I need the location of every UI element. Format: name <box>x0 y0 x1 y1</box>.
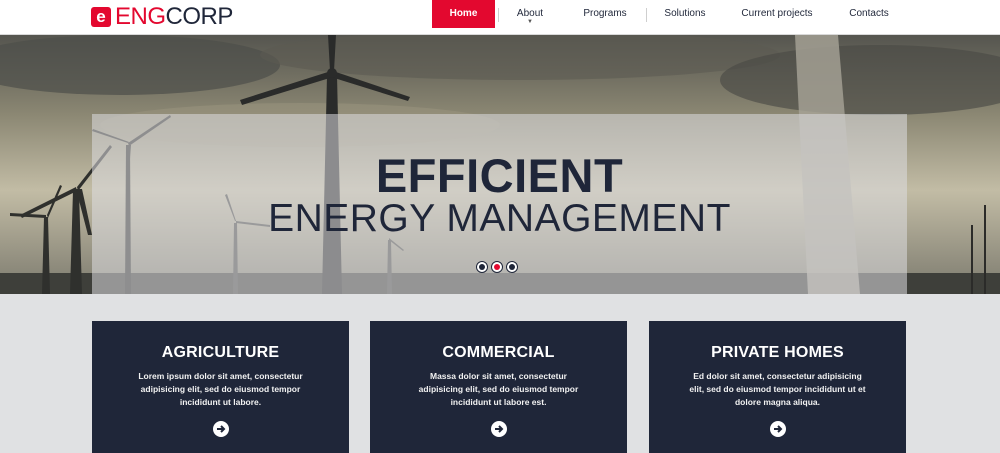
card-text: Ed dolor sit amet, consectetur adipisici… <box>689 371 866 407</box>
card-title: COMMERCIAL <box>442 344 555 361</box>
nav-item-label: Programs <box>583 8 627 19</box>
hero-banner: EFFICIENT ENERGY MANAGEMENT <box>0 35 1000 294</box>
nav-divider <box>646 8 647 22</box>
nav-item-label: Solutions <box>664 8 706 19</box>
nav-item-home[interactable]: Home <box>432 0 495 28</box>
hero-title: EFFICIENT <box>375 149 624 202</box>
slider-dot-3[interactable] <box>506 261 518 273</box>
hero-subtitle: ENERGY MANAGEMENT <box>268 197 731 240</box>
nav-item-current-projects[interactable]: Current projects <box>738 0 816 28</box>
card-agriculture: AGRICULTURE Lorem ipsum dolor sit amet, … <box>92 321 349 453</box>
arrow-right-circle-icon[interactable] <box>769 421 786 437</box>
nav-item-label: Home <box>449 8 478 19</box>
logo-badge: e <box>91 7 111 27</box>
nav-item-about[interactable]: About ▼ <box>508 0 552 28</box>
logo-text-corp: CORP <box>165 3 234 30</box>
arrow-right-circle-icon[interactable] <box>490 421 507 437</box>
nav-item-contacts[interactable]: Contacts <box>846 0 892 28</box>
card-text: Massa dolor sit amet, consectetur adipis… <box>418 371 579 407</box>
logo[interactable]: e ENG CORP <box>91 3 234 30</box>
nav-item-label: About <box>516 8 544 19</box>
nav-divider <box>498 8 499 22</box>
nav-item-label: Current projects <box>741 8 813 19</box>
logo-text-eng: ENG <box>115 3 166 30</box>
nav-item-label: Contacts <box>849 8 889 19</box>
slider-dot-1[interactable] <box>476 261 488 273</box>
chevron-down-icon: ▼ <box>527 19 533 25</box>
card-text: Lorem ipsum dolor sit amet, consectetur … <box>138 371 303 407</box>
nav-item-solutions[interactable]: Solutions <box>660 0 710 28</box>
card-commercial: COMMERCIAL Massa dolor sit amet, consect… <box>370 321 627 453</box>
arrow-right-circle-icon[interactable] <box>212 421 229 437</box>
card-private-homes: PRIVATE HOMES Ed dolor sit amet, consect… <box>649 321 906 453</box>
slider-pagination <box>476 261 518 273</box>
slider-dot-2[interactable] <box>491 261 503 273</box>
card-title: AGRICULTURE <box>161 344 280 361</box>
top-header: e ENG CORP Home About ▼ Programs Solutio… <box>0 0 1000 35</box>
card-title: PRIVATE HOMES <box>711 344 844 361</box>
nav-item-programs[interactable]: Programs <box>579 0 631 28</box>
